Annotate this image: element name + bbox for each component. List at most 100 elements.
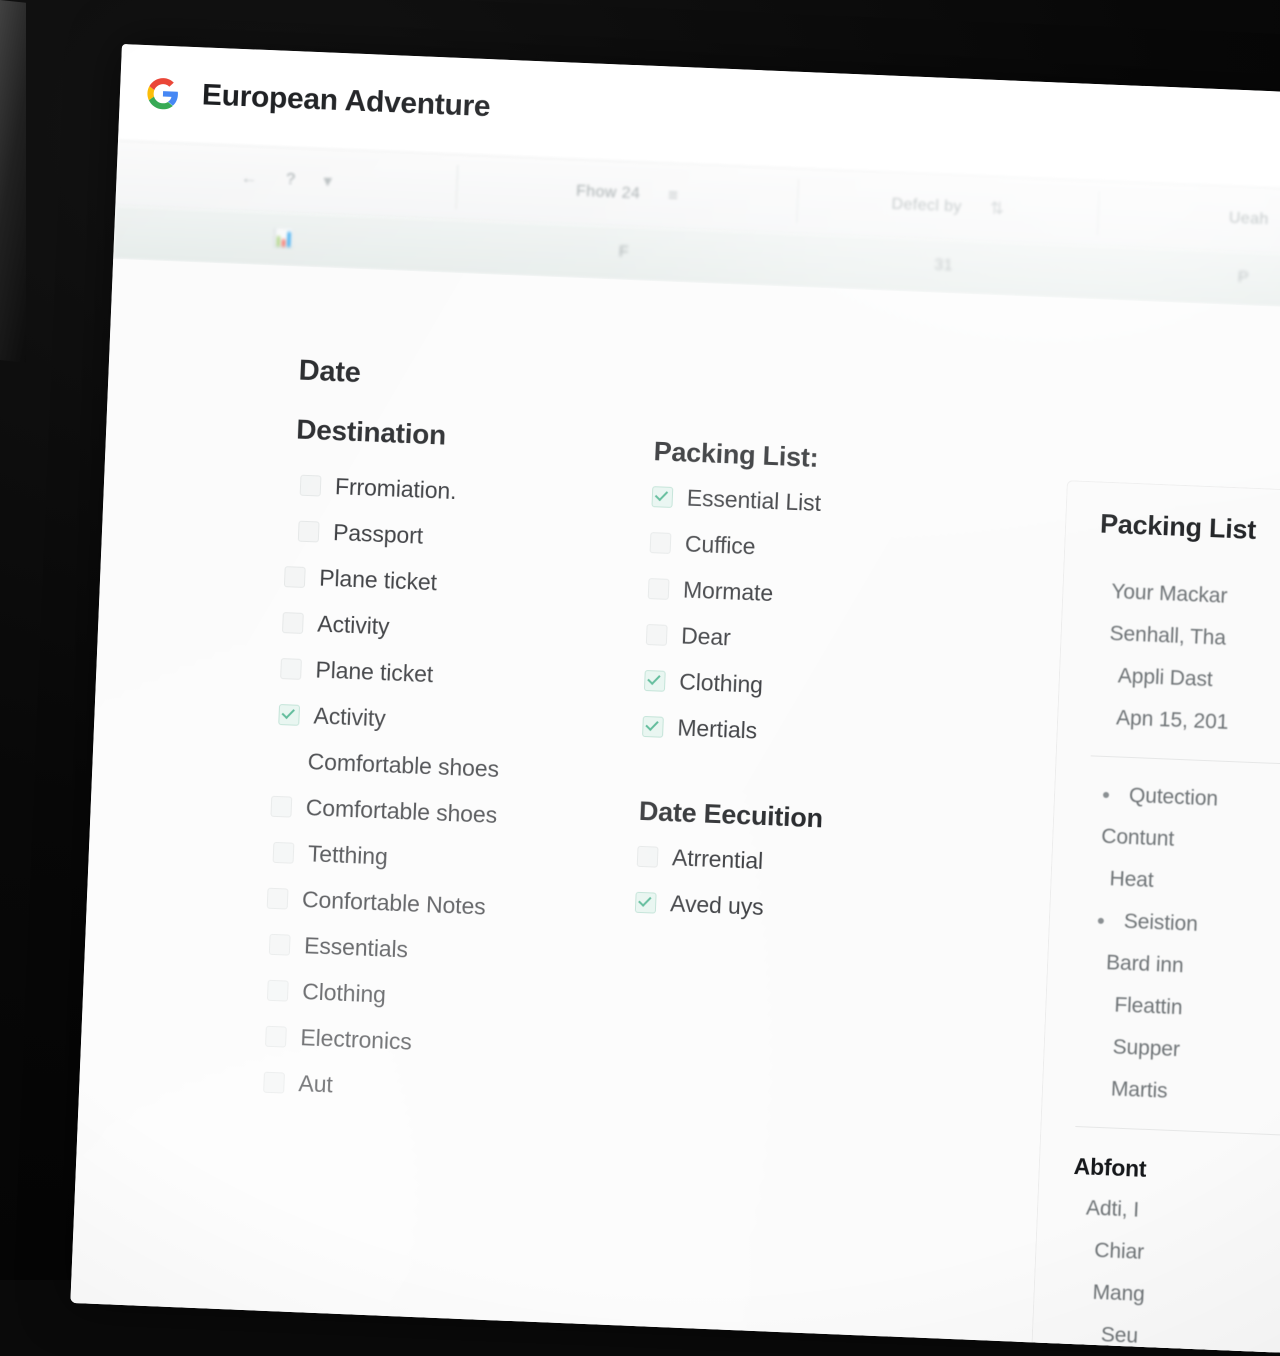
checklist-item-label: Essentials bbox=[303, 932, 409, 963]
checklist-item-label: Atrrential bbox=[671, 844, 764, 874]
checklist-item-label: Plane ticket bbox=[314, 656, 434, 688]
checkbox-icon[interactable] bbox=[272, 841, 295, 864]
checklist-item-label: Frromiation. bbox=[334, 473, 457, 505]
toolbar2-label-a: F bbox=[618, 243, 630, 261]
panel-divider bbox=[1090, 755, 1280, 769]
main-content: Date Destination Frromiation. Passport Pla… bbox=[70, 258, 1280, 1356]
checklist-item[interactable]: Activity bbox=[278, 701, 615, 742]
checklist-item[interactable]: Plane ticket bbox=[283, 563, 621, 604]
checkbox-icon[interactable] bbox=[265, 1025, 287, 1048]
chevron-down-icon[interactable]: ▾ bbox=[323, 171, 333, 191]
mid-column: Packing List: Essential List Cuffice Morma… bbox=[634, 436, 954, 947]
checklist-item[interactable]: Clothing bbox=[266, 977, 604, 1018]
checklist-item[interactable]: Comfortable shoes bbox=[272, 747, 613, 788]
left-checklist: Frromiation. Passport Plane ticket Activity… bbox=[263, 471, 625, 1109]
filter-icon[interactable]: ⇅ bbox=[989, 199, 1004, 220]
checklist-item[interactable]: Comfortable shoes bbox=[270, 793, 611, 834]
checkbox-icon[interactable] bbox=[645, 624, 668, 646]
right-panel-groups: Qutection Contunt Heat Seistion Bard inn Flea… bbox=[1077, 782, 1280, 1113]
checklist-item[interactable]: Electronics bbox=[265, 1023, 602, 1064]
checkbox-icon[interactable] bbox=[636, 845, 659, 868]
panel-meta-line: Senhall, Tha bbox=[1109, 622, 1227, 650]
toolbar-sort-group[interactable]: Defecl by ⇅ bbox=[797, 169, 1099, 245]
checklist-item[interactable]: Essential List bbox=[651, 483, 952, 522]
checkbox-icon[interactable] bbox=[281, 612, 304, 634]
checklist-item-label: Comfortable shoes bbox=[307, 748, 500, 783]
checklist-item[interactable]: Aved uys bbox=[634, 889, 936, 928]
checkbox-icon[interactable] bbox=[263, 1071, 285, 1094]
checklist-item[interactable]: Tetthing bbox=[272, 839, 609, 880]
app-screen: European Adventure ← ? ▾ Fhow 24 ≡ Defec… bbox=[70, 44, 1280, 1356]
checkbox-checked-icon[interactable] bbox=[634, 891, 657, 914]
checkbox-icon[interactable] bbox=[297, 520, 320, 543]
checkbox-icon[interactable] bbox=[268, 933, 291, 956]
toolbar2-label-b: 31 bbox=[933, 256, 954, 275]
checklist-item-label: Electronics bbox=[299, 1024, 413, 1055]
panel-meta-line: Appli Dast bbox=[1117, 664, 1214, 692]
checklist-item[interactable]: Plane ticket bbox=[280, 655, 617, 696]
checkbox-icon[interactable] bbox=[649, 532, 672, 554]
checklist-item-label: Dear bbox=[680, 622, 732, 651]
right-panel-lines: Adti, I Chiar Mang Seu bbox=[1066, 1196, 1280, 1356]
checkbox-icon[interactable] bbox=[280, 658, 302, 680]
sort-icon[interactable]: ≡ bbox=[668, 186, 679, 206]
checklist-item[interactable]: Aut bbox=[263, 1069, 600, 1110]
checkbox-checked-icon[interactable] bbox=[278, 703, 301, 726]
bar-chart-icon[interactable]: 📊 bbox=[273, 228, 295, 249]
toolbar2-label-c: P bbox=[1237, 268, 1250, 287]
checklist-item-label: Essential List bbox=[686, 484, 822, 517]
google-g-icon bbox=[147, 78, 178, 110]
checkbox-icon[interactable] bbox=[266, 887, 289, 910]
panel-meta-line: Apn 15, 201 bbox=[1115, 706, 1229, 734]
back-arrow-icon[interactable]: ← bbox=[240, 168, 258, 189]
checklist-item[interactable]: Frromiation. bbox=[299, 472, 625, 512]
checklist-item-label: Tetthing bbox=[307, 840, 389, 870]
toolbar-label-c: Defecl by bbox=[891, 195, 963, 216]
checkbox-icon[interactable] bbox=[647, 578, 670, 600]
date-execution-checklist: Atrrential Aved uys bbox=[634, 843, 938, 928]
checkbox-icon[interactable] bbox=[299, 474, 322, 497]
panel-group-bullet-item: Seistion bbox=[1083, 908, 1280, 946]
toolbar-extra-group[interactable]: Ueah bbox=[1098, 181, 1280, 257]
panel-line: Adti, I bbox=[1085, 1196, 1140, 1222]
checklist-item[interactable]: Cuffice bbox=[649, 529, 950, 568]
checklist-item[interactable]: Mormate bbox=[647, 575, 949, 614]
panel-group-line: Heat bbox=[1109, 867, 1155, 892]
checklist-item-label: Aved uys bbox=[669, 890, 765, 921]
checklist-item[interactable]: Passport bbox=[297, 518, 623, 558]
panel-group-line: Fleattin bbox=[1113, 993, 1183, 1020]
packing-list-checklist: Essential List Cuffice Mormate Dear Clothing… bbox=[642, 483, 952, 752]
mid-heading-2: Date Eecuition bbox=[638, 795, 824, 834]
checklist-item-label: Mertials bbox=[676, 714, 758, 744]
panel-meta-line: Your Mackar bbox=[1110, 580, 1228, 608]
checkbox-checked-icon[interactable] bbox=[642, 715, 664, 738]
checklist-item-label: Passport bbox=[332, 519, 424, 549]
checklist-item[interactable]: Confortable Notes bbox=[266, 885, 608, 926]
checkbox-checked-icon[interactable] bbox=[643, 669, 666, 692]
checklist-item[interactable]: Mertials bbox=[642, 713, 943, 752]
toolbar-label-b: Fhow 24 bbox=[575, 182, 641, 203]
checklist-item[interactable]: Dear bbox=[645, 621, 947, 660]
panel-line: Mang bbox=[1092, 1280, 1146, 1306]
checkbox-icon[interactable] bbox=[283, 566, 306, 588]
checklist-item-label: Plane ticket bbox=[318, 564, 438, 596]
checklist-item[interactable]: Clothing bbox=[643, 667, 945, 706]
checkbox-icon[interactable] bbox=[270, 795, 293, 818]
left-column: Date Destination Frromiation. Passport Pla… bbox=[263, 355, 629, 1129]
checklist-item-label: Mormate bbox=[682, 576, 774, 607]
panel-group-line: Supper bbox=[1112, 1035, 1181, 1062]
checkbox-checked-icon[interactable] bbox=[651, 486, 674, 508]
checkbox-icon[interactable] bbox=[266, 979, 289, 1002]
checklist-item-label: Activity bbox=[313, 702, 387, 732]
checklist-item[interactable]: Atrrential bbox=[636, 843, 938, 882]
right-panel: Packing List Your Mackar Senhall, Tha Appl… bbox=[1026, 480, 1280, 1356]
checklist-item[interactable]: Essentials bbox=[268, 931, 606, 972]
checklist-item-label: Aut bbox=[298, 1070, 334, 1098]
page-title: European Adventure bbox=[201, 78, 491, 124]
panel-line: Seu bbox=[1100, 1323, 1139, 1348]
right-panel-heading: Packing List bbox=[1099, 508, 1257, 545]
checklist-item[interactable]: Activity bbox=[281, 609, 619, 650]
panel-group-bullet-item: Qutection bbox=[1089, 782, 1280, 820]
panel-line: Chiar bbox=[1093, 1238, 1145, 1264]
right-panel-meta: Your Mackar Senhall, Tha Appli Dast Apn 15,… bbox=[1092, 579, 1280, 742]
